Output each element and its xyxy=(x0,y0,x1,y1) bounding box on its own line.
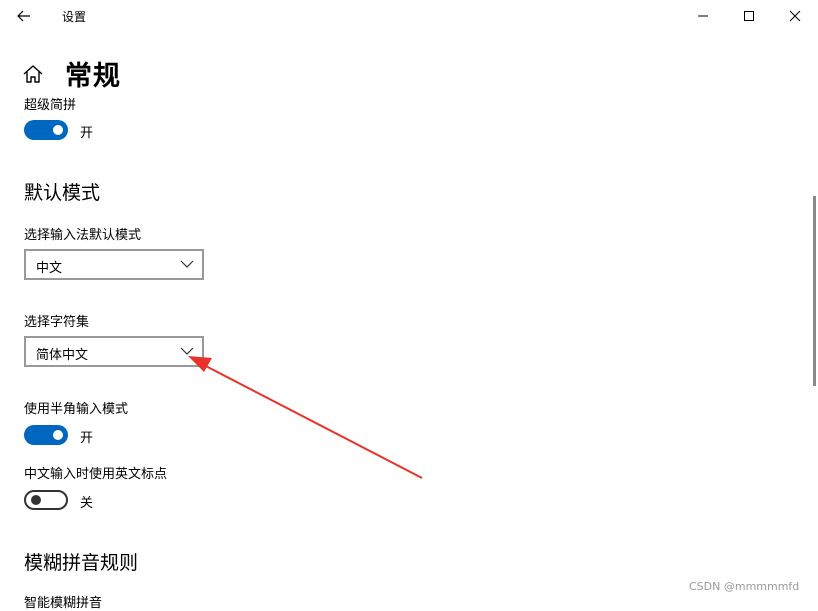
watermark: CSDN @mmmmmfd xyxy=(689,580,800,593)
annotation-arrow xyxy=(188,356,423,479)
